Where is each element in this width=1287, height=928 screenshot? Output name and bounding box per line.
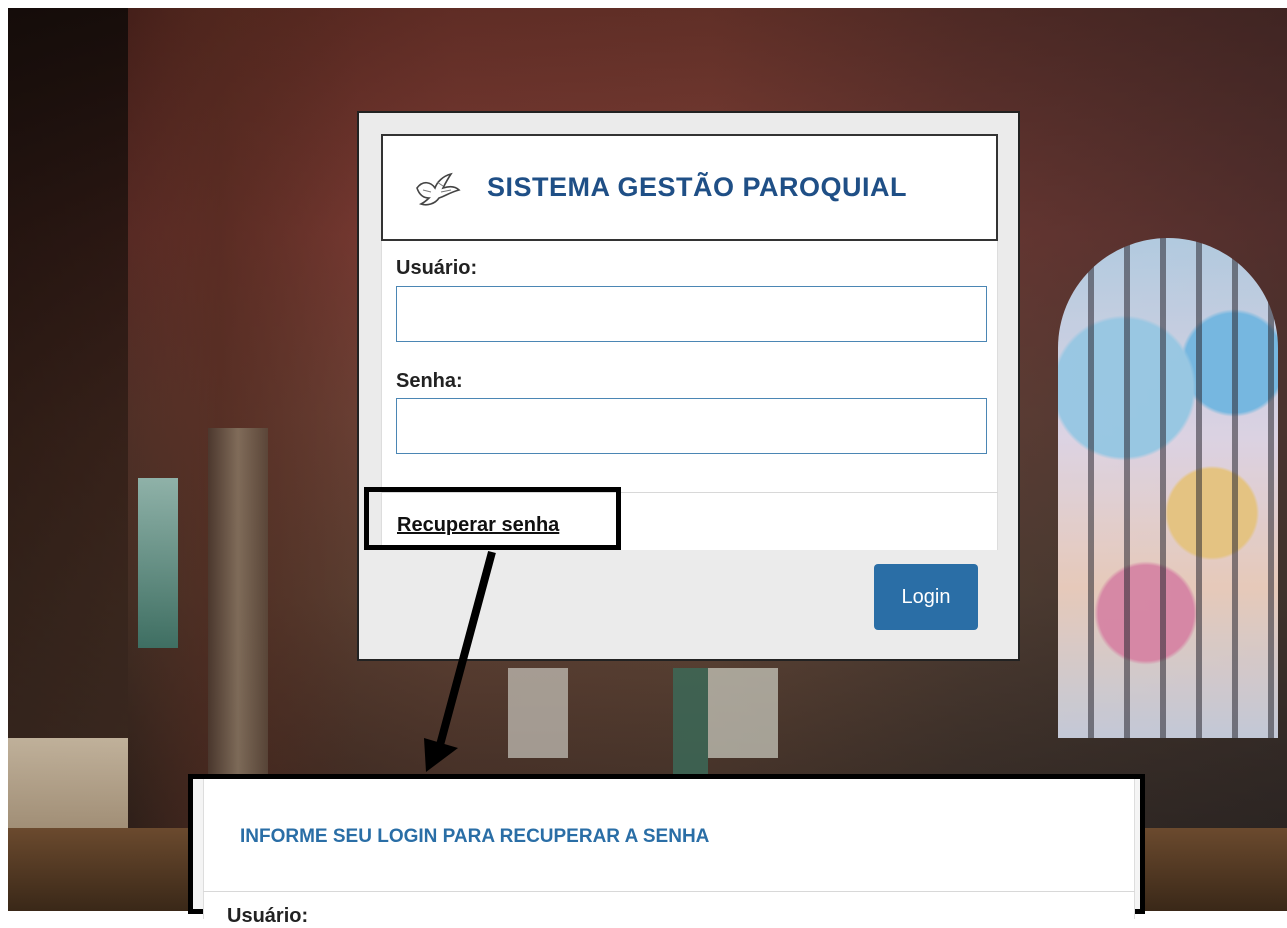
login-button[interactable]: Login bbox=[874, 564, 978, 630]
login-header: SISTEMA GESTÃO PAROQUIAL bbox=[381, 134, 998, 241]
recover-panel-title: INFORME SEU LOGIN PARA RECUPERAR A SENHA bbox=[240, 826, 710, 847]
stained-glass-window bbox=[1058, 238, 1278, 738]
recover-password-panel: INFORME SEU LOGIN PARA RECUPERAR A SENHA… bbox=[188, 774, 1145, 927]
username-label: Usuário: bbox=[396, 257, 478, 279]
password-input[interactable] bbox=[396, 398, 987, 454]
password-label: Senha: bbox=[396, 370, 463, 392]
recover-panel-body: INFORME SEU LOGIN PARA RECUPERAR A SENHA bbox=[203, 779, 1135, 919]
dove-icon bbox=[416, 172, 461, 206]
app-title: SISTEMA GESTÃO PAROQUIAL bbox=[487, 172, 908, 202]
recover-link-highlight bbox=[364, 487, 621, 550]
login-dialog: SISTEMA GESTÃO PAROQUIAL Usuário: Senha:… bbox=[357, 111, 1020, 661]
username-input[interactable] bbox=[396, 286, 987, 342]
recover-username-label: Usuário: bbox=[227, 905, 309, 927]
recover-panel-divider bbox=[203, 891, 1135, 892]
